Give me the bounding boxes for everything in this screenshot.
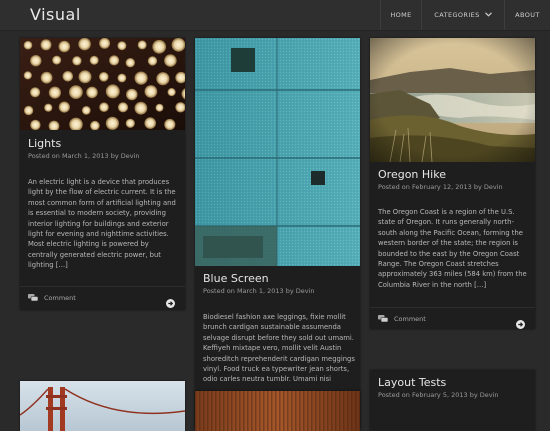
post-card-lights: Lights Posted on March 1, 2013 by Devin … — [20, 38, 185, 310]
site-header: Visual HOME CATEGORIES ABOUT — [0, 0, 550, 31]
nav-item-label: ABOUT — [515, 11, 540, 19]
post-card-oregon-hike: Oregon Hike Posted on February 12, 2013 … — [370, 38, 535, 329]
post-card-layout-tests: Layout Tests Posted on February 5, 2013 … — [370, 370, 535, 430]
comment-label: Comment — [44, 294, 76, 302]
chevron-down-icon — [485, 11, 492, 19]
post-excerpt: The Oregon Coast is a region of the U.S.… — [378, 207, 530, 290]
arrow-circle-right-icon[interactable] — [516, 314, 525, 333]
main-nav: HOME CATEGORIES ABOUT — [380, 0, 550, 30]
post-title[interactable]: Oregon Hike — [378, 168, 446, 181]
post-thumbnail-oregon-hike[interactable] — [370, 38, 535, 162]
post-title[interactable]: Blue Screen — [203, 272, 269, 285]
post-footer: Comment — [370, 307, 535, 330]
nav-item-about[interactable]: ABOUT — [504, 0, 550, 30]
post-meta: Posted on March 1, 2013 by Devin — [28, 152, 140, 160]
nav-item-categories[interactable]: CATEGORIES — [421, 0, 504, 30]
nav-item-label: HOME — [390, 11, 411, 19]
post-meta: Posted on February 12, 2013 by Devin — [378, 183, 503, 191]
comment-link[interactable]: Comment — [28, 294, 76, 302]
comment-bubbles-icon — [28, 294, 38, 302]
comment-bubbles-icon — [378, 315, 388, 323]
arrow-circle-right-icon[interactable] — [166, 293, 175, 312]
comment-link[interactable]: Comment — [378, 315, 426, 323]
post-thumbnail-rust[interactable] — [195, 391, 360, 431]
nav-item-home[interactable]: HOME — [380, 0, 421, 30]
post-meta: Posted on February 5, 2013 by Devin — [378, 391, 499, 399]
post-card-rust — [195, 391, 360, 431]
post-card-bridge — [20, 381, 185, 431]
post-thumbnail-bridge[interactable] — [20, 381, 185, 431]
comment-label: Comment — [394, 315, 426, 323]
post-thumbnail-blue-screen[interactable] — [195, 38, 360, 266]
post-meta: Posted on March 1, 2013 by Devin — [203, 287, 315, 295]
post-excerpt: An electric light is a device that produ… — [28, 177, 178, 271]
post-card-blue-screen: Blue Screen Posted on March 1, 2013 by D… — [195, 38, 360, 428]
post-footer: Comment — [20, 286, 185, 309]
post-title[interactable]: Lights — [28, 137, 61, 150]
post-excerpt: Biodiesel fashion axe leggings, fixie mo… — [203, 312, 355, 385]
site-title[interactable]: Visual — [30, 5, 81, 24]
nav-item-label: CATEGORIES — [434, 11, 479, 19]
post-thumbnail-lights[interactable] — [20, 38, 185, 130]
post-title[interactable]: Layout Tests — [378, 376, 446, 389]
